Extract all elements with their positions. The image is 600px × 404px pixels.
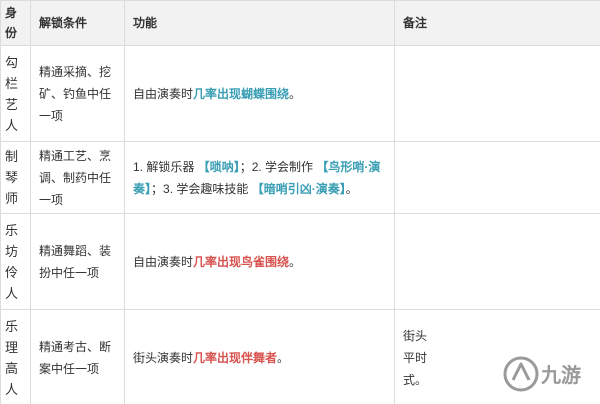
header-role: 身份: [0, 0, 31, 46]
function-cell: 自由演奏时几率出现鸟雀围绕。: [124, 213, 395, 310]
role-cell: 乐理高人: [0, 309, 31, 404]
function-cell: 街头演奏时几率出现伴舞者。: [124, 309, 395, 404]
function-highlight: 【唢呐】: [197, 159, 240, 174]
function-end: 。: [289, 254, 302, 269]
header-note: 备注: [394, 0, 600, 46]
table-row: 制琴师 精通工艺、烹调、制药中任一项 1. 解锁乐器 【唢呐】；2. 学会制作 …: [0, 141, 600, 214]
header-condition: 解锁条件: [30, 0, 125, 46]
function-text: ；3. 学会趣味技能: [151, 181, 249, 196]
function-text: 自由演奏时: [133, 254, 194, 269]
function-highlight: 几率出现鸟雀围绕: [193, 254, 290, 269]
role-cell: 勾栏艺人: [0, 45, 31, 142]
table-header-row: 身份 解锁条件 功能 备注: [0, 0, 600, 46]
function-highlight: 几率出现蝴蝶围绕: [193, 86, 290, 101]
role-cell: 乐坊伶人: [0, 213, 31, 310]
header-function: 功能: [124, 0, 395, 46]
role-cell: 制琴师: [0, 141, 31, 214]
note-cell: [394, 141, 600, 214]
function-text: 街头演奏时: [133, 350, 194, 365]
condition-cell: 精通考古、断案中任一项: [30, 309, 125, 404]
table-row: 勾栏艺人 精通采摘、挖矿、钓鱼中任一项 自由演奏时几率出现蝴蝶围绕。: [0, 45, 600, 142]
function-highlight: 【暗哨引凶·演奏】: [251, 181, 346, 196]
function-text: 1. 解锁乐器: [133, 159, 195, 174]
note-cell: [394, 213, 600, 310]
role-table: 身份 解锁条件 功能 备注 勾栏艺人 精通采摘、挖矿、钓鱼中任一项 自由演奏时几…: [0, 0, 600, 404]
function-cell: 1. 解锁乐器 【唢呐】；2. 学会制作 【鸟形哨·演奏】；3. 学会趣味技能 …: [124, 141, 395, 214]
page: 身份 解锁条件 功能 备注 勾栏艺人 精通采摘、挖矿、钓鱼中任一项 自由演奏时几…: [0, 0, 600, 404]
function-cell: 自由演奏时几率出现蝴蝶围绕。: [124, 45, 395, 142]
function-end: 。: [345, 181, 358, 196]
condition-cell: 精通采摘、挖矿、钓鱼中任一项: [30, 45, 125, 142]
function-end: 。: [277, 350, 290, 365]
function-text: 自由演奏时: [133, 86, 194, 101]
function-end: 。: [289, 86, 302, 101]
note-line: 街头: [403, 328, 428, 343]
function-text: ；2. 学会制作: [239, 159, 314, 174]
jiuyou-logo-icon: 九游: [503, 356, 581, 392]
function-highlight: 几率出现伴舞者: [193, 350, 278, 365]
note-cell: [394, 45, 600, 142]
condition-cell: 精通舞蹈、装扮中任一项: [30, 213, 125, 310]
table-row: 乐坊伶人 精通舞蹈、装扮中任一项 自由演奏时几率出现鸟雀围绕。: [0, 213, 600, 310]
watermark: 九游: [498, 348, 594, 400]
condition-cell: 精通工艺、烹调、制药中任一项: [30, 141, 125, 214]
watermark-text: 九游: [540, 363, 581, 387]
